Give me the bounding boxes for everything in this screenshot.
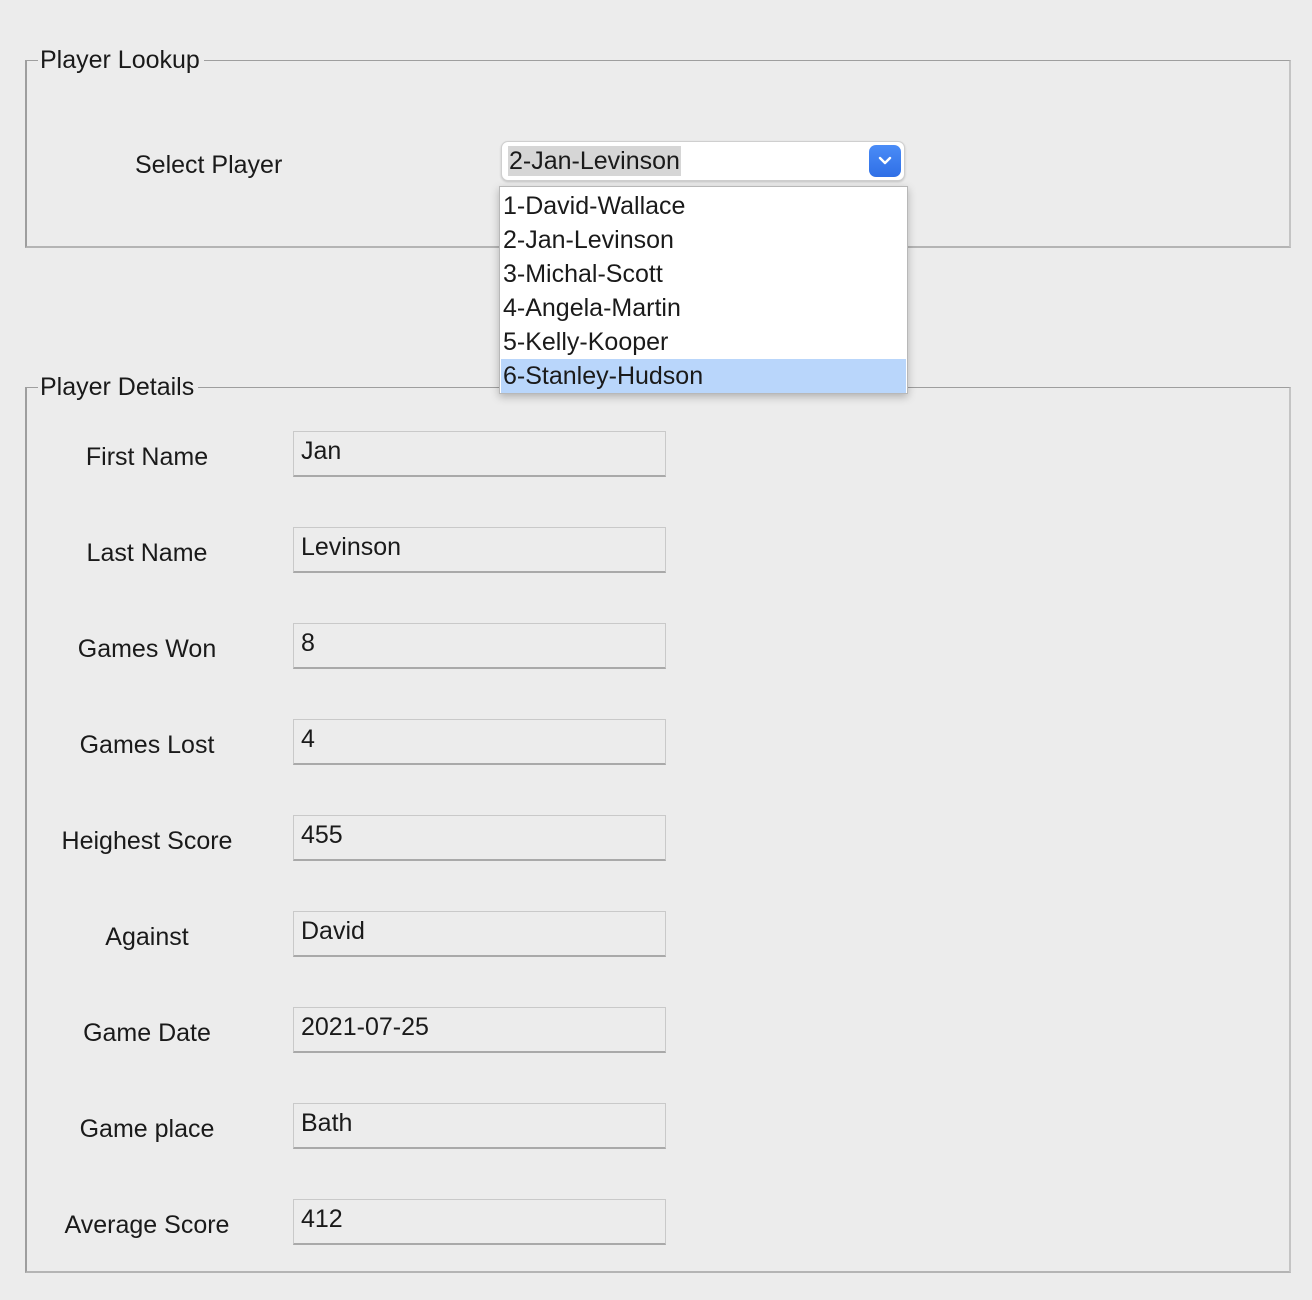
games-won-field[interactable] bbox=[293, 623, 666, 669]
game-place-label: Game place bbox=[79, 1115, 215, 1143]
game-date-label: Game Date bbox=[83, 1019, 211, 1047]
games-won-label: Games Won bbox=[77, 635, 217, 663]
highest-score-field[interactable] bbox=[293, 815, 666, 861]
dropdown-option-2[interactable]: 2-Jan-Levinson bbox=[501, 223, 906, 257]
dropdown-option-1[interactable]: 1-David-Wallace bbox=[501, 189, 906, 223]
against-field[interactable] bbox=[293, 911, 666, 957]
first-name-field[interactable] bbox=[293, 431, 666, 477]
games-lost-label: Games Lost bbox=[79, 731, 215, 759]
last-name-label: Last Name bbox=[86, 539, 208, 567]
first-name-label: First Name bbox=[85, 443, 209, 471]
against-label: Against bbox=[105, 923, 189, 951]
last-name-field[interactable] bbox=[293, 527, 666, 573]
player-lookup-title: Player Lookup bbox=[38, 44, 204, 76]
dropdown-option-4[interactable]: 4-Angela-Martin bbox=[501, 291, 906, 325]
combo-selected-value: 2-Jan-Levinson bbox=[508, 146, 681, 176]
chevron-down-icon[interactable] bbox=[869, 145, 901, 177]
dropdown-option-6-highlighted[interactable]: 6-Stanley-Hudson bbox=[501, 359, 906, 393]
player-dropdown-list: 1-David-Wallace 2-Jan-Levinson 3-Michal-… bbox=[499, 186, 908, 394]
dropdown-option-3[interactable]: 3-Michal-Scott bbox=[501, 257, 906, 291]
game-place-field[interactable] bbox=[293, 1103, 666, 1149]
average-score-field[interactable] bbox=[293, 1199, 666, 1245]
select-player-label: Select Player bbox=[135, 151, 283, 179]
select-player-combobox[interactable]: 2-Jan-Levinson bbox=[501, 141, 905, 181]
player-details-title: Player Details bbox=[38, 371, 199, 403]
average-score-label: Average Score bbox=[64, 1211, 230, 1239]
games-lost-field[interactable] bbox=[293, 719, 666, 765]
highest-score-label: Heighest Score bbox=[61, 827, 233, 855]
game-date-field[interactable] bbox=[293, 1007, 666, 1053]
dropdown-option-5[interactable]: 5-Kelly-Kooper bbox=[501, 325, 906, 359]
